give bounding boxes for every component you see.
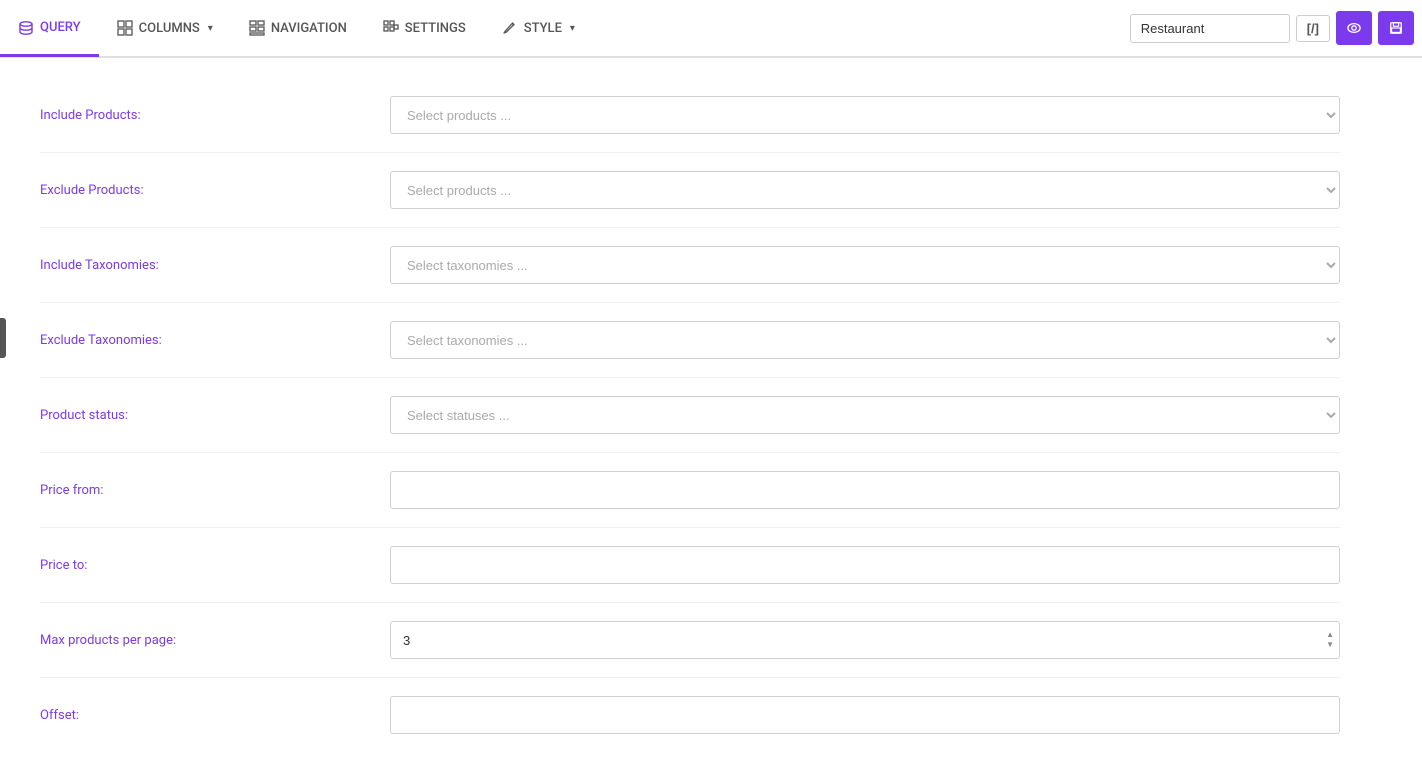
pencil-icon [502,20,518,36]
tab-query[interactable]: QUERY [0,1,99,57]
form-row-include-taxonomies: Include Taxonomies: Select taxonomies ..… [40,228,1340,303]
restaurant-input[interactable] [1130,14,1290,43]
tab-settings[interactable]: SETTINGS [365,1,484,57]
control-wrap-exclude-taxonomies: Select taxonomies ... [390,321,1340,359]
input-offset[interactable] [390,696,1340,734]
control-wrap-exclude-products: Select products ... [390,171,1340,209]
label-include-products: Include Products: [40,108,390,123]
label-exclude-taxonomies: Exclude Taxonomies: [40,333,390,348]
label-exclude-products: Exclude Products: [40,183,390,198]
input-price-to[interactable] [390,546,1340,584]
form-row-price-to: Price to: [40,528,1340,603]
database-icon [18,20,34,36]
chevron-down-icon: ▾ [208,23,213,34]
main-content: Include Products: Select products ... Ex… [0,58,1380,772]
tab-style-label: STYLE [524,21,562,36]
tab-query-label: QUERY [40,20,81,35]
control-wrap-product-status: Select statuses ... [390,396,1340,434]
spinner-arrows: ▲ ▼ [1326,631,1334,649]
form-row-max-products: Max products per page: ▲ ▼ [40,603,1340,678]
tab-style[interactable]: STYLE ▾ [484,1,593,57]
control-wrap-price-to [390,546,1340,584]
input-price-from[interactable] [390,471,1340,509]
select-exclude-products[interactable]: Select products ... [390,171,1340,209]
save-icon [1389,20,1403,36]
label-max-products: Max products per page: [40,633,390,648]
tab-navigation[interactable]: NAVIGATION [231,1,365,57]
spinner-down-icon[interactable]: ▼ [1326,641,1334,649]
form-row-exclude-products: Exclude Products: Select products ... [40,153,1340,228]
bracket-button[interactable]: [/] [1296,15,1330,42]
control-wrap-price-from [390,471,1340,509]
control-wrap-include-taxonomies: Select taxonomies ... [390,246,1340,284]
tab-columns[interactable]: COLUMNS ▾ [99,1,231,57]
tab-columns-label: COLUMNS [139,21,200,36]
tab-settings-label: SETTINGS [405,21,466,36]
input-max-products[interactable] [390,621,1340,659]
select-include-products[interactable]: Select products ... [390,96,1340,134]
tab-navigation-label: NAVIGATION [271,21,347,36]
grid-icon [117,20,133,36]
label-offset: Offset: [40,708,390,723]
eye-icon [1347,22,1361,34]
control-wrap-max-products: ▲ ▼ [390,621,1340,659]
label-price-to: Price to: [40,558,390,573]
spinner-up-icon[interactable]: ▲ [1326,631,1334,639]
save-button[interactable] [1378,11,1414,45]
form-row-offset: Offset: [40,678,1340,752]
form-row-include-products: Include Products: Select products ... [40,78,1340,153]
spinner-max-products: ▲ ▼ [390,621,1340,659]
settings-icon [383,20,399,36]
eye-button[interactable] [1336,11,1372,45]
select-product-status[interactable]: Select statuses ... [390,396,1340,434]
form-row-exclude-taxonomies: Exclude Taxonomies: Select taxonomies ..… [40,303,1340,378]
control-wrap-offset [390,696,1340,734]
label-product-status: Product status: [40,408,390,423]
nav-right: [/] [1130,11,1422,45]
sidebar-handle[interactable] [0,318,6,358]
select-exclude-taxonomies[interactable]: Select taxonomies ... [390,321,1340,359]
form-row-price-from: Price from: [40,453,1340,528]
label-include-taxonomies: Include Taxonomies: [40,258,390,273]
top-nav: QUERY COLUMNS ▾ NAVIGATION [0,0,1422,58]
form-row-product-status: Product status: Select statuses ... [40,378,1340,453]
label-price-from: Price from: [40,483,390,498]
navigation-icon [249,20,265,36]
control-wrap-include-products: Select products ... [390,96,1340,134]
style-chevron-down-icon: ▾ [570,23,575,34]
select-include-taxonomies[interactable]: Select taxonomies ... [390,246,1340,284]
